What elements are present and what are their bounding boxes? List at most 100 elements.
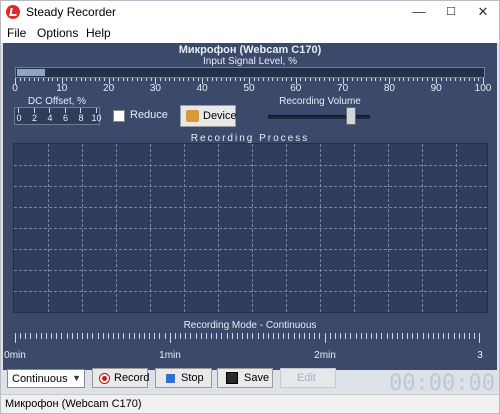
save-button[interactable]: Save <box>217 368 273 388</box>
scale-tick <box>122 78 124 81</box>
time-tick <box>448 333 450 339</box>
menu-file[interactable]: File <box>7 26 26 40</box>
grid-line <box>116 144 117 312</box>
time-tick <box>262 333 264 339</box>
scale-tick <box>33 78 35 81</box>
time-tick <box>87 333 89 339</box>
scale-tick <box>473 78 475 81</box>
minimize-button[interactable]: — <box>403 1 435 23</box>
scale-tick <box>370 78 372 81</box>
scale-tick <box>431 78 433 81</box>
scale-tick <box>160 78 162 81</box>
close-button[interactable]: ✕ <box>467 1 499 23</box>
scale-tick <box>328 78 330 81</box>
scale-tick <box>272 78 274 81</box>
time-tick <box>278 333 280 339</box>
mode-select[interactable]: Continuous ▼ <box>7 369 85 388</box>
volume-slider-thumb[interactable] <box>346 107 356 125</box>
save-icon <box>226 372 238 384</box>
stop-button[interactable]: Stop <box>155 368 212 388</box>
scale-tick <box>71 78 73 81</box>
grid-line <box>82 144 83 312</box>
scale-tick <box>464 78 466 81</box>
grid-line <box>14 165 487 166</box>
time-tick <box>458 333 460 339</box>
scale-tick <box>225 78 227 81</box>
menu-help[interactable]: Help <box>86 26 111 40</box>
time-tick <box>30 333 32 339</box>
scale-tick <box>188 78 190 81</box>
scale-label: 0 <box>12 83 18 94</box>
scale-tick <box>85 78 87 81</box>
scale-tick <box>333 78 335 81</box>
device-button[interactable]: Device <box>180 105 237 127</box>
time-tick <box>231 333 233 339</box>
time-tick <box>159 333 161 339</box>
scale-label: 50 <box>243 83 255 94</box>
elapsed-timer: 00:00:00 <box>389 371 495 396</box>
grid-line <box>14 249 487 250</box>
grid-line <box>388 144 389 312</box>
title-bar: Steady Recorder — ☐ ✕ <box>1 1 499 23</box>
time-tick <box>185 333 187 339</box>
scale-tick <box>29 78 31 81</box>
scale-tick <box>314 78 316 81</box>
time-tick <box>128 333 130 339</box>
scale-tick <box>319 78 321 81</box>
grid-line <box>150 144 151 312</box>
dc-scale-label: 0 <box>16 113 22 123</box>
scale-tick <box>230 78 232 81</box>
window-title: Steady Recorder <box>26 5 117 19</box>
status-device-text: Микрофон (Webcam C170) <box>5 398 142 410</box>
scale-label: 90 <box>430 83 442 94</box>
dc-scale-label: 10 <box>91 113 102 123</box>
grid-line <box>354 144 355 312</box>
time-tick <box>76 333 78 339</box>
time-tick <box>340 333 342 339</box>
time-tick <box>469 333 471 339</box>
input-level-fill <box>17 69 45 76</box>
time-tick <box>386 333 388 339</box>
time-tick <box>133 333 135 339</box>
time-scale-label: 1min <box>159 350 181 361</box>
grid-line <box>48 144 49 312</box>
scale-tick <box>38 78 40 81</box>
menu-options[interactable]: Options <box>37 26 78 40</box>
time-tick <box>190 333 192 339</box>
scale-tick <box>141 78 143 81</box>
scale-tick <box>52 78 54 81</box>
scale-tick <box>244 78 246 81</box>
scale-tick <box>99 78 101 81</box>
time-tick <box>324 333 326 343</box>
scale-tick <box>206 78 208 81</box>
app-record-icon <box>6 5 20 19</box>
scale-tick <box>351 78 353 81</box>
time-tick <box>211 333 213 339</box>
time-tick <box>355 333 357 339</box>
time-tick <box>45 333 47 339</box>
scale-tick <box>267 78 269 81</box>
scale-tick <box>220 78 222 81</box>
time-tick <box>180 333 182 339</box>
reduce-checkbox[interactable] <box>113 110 125 122</box>
scale-tick <box>94 78 96 81</box>
time-tick <box>102 333 104 339</box>
scale-tick <box>169 78 171 81</box>
grid-line <box>14 270 487 271</box>
time-tick <box>360 333 362 339</box>
scale-tick <box>375 78 377 81</box>
status-bar: Микрофон (Webcam C170) <box>1 394 499 413</box>
record-button[interactable]: Record <box>92 368 149 388</box>
time-tick <box>309 333 311 339</box>
maximize-button[interactable]: ☐ <box>435 1 467 23</box>
grid-line <box>218 144 219 312</box>
scale-tick <box>286 78 288 81</box>
time-tick <box>453 333 455 339</box>
time-tick <box>298 333 300 339</box>
grid-line <box>286 144 287 312</box>
time-tick <box>66 333 68 339</box>
time-tick <box>463 333 465 339</box>
scale-tick <box>337 78 339 81</box>
time-tick <box>15 333 16 343</box>
time-tick <box>82 333 84 339</box>
